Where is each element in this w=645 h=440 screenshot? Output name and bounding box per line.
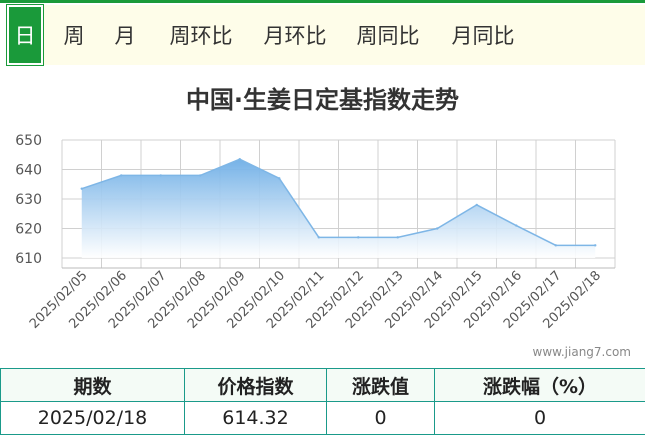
summary-table: 期数 价格指数 涨跌值 涨跌幅（%） 2025/02/18 614.32 0 0 [0, 368, 645, 435]
cell-change-value: 0 [326, 401, 435, 435]
data-point [436, 227, 439, 230]
data-point [238, 157, 241, 161]
header-price-index: 价格指数 [184, 368, 327, 402]
data-point [475, 203, 478, 207]
data-point [554, 244, 557, 247]
data-point [199, 174, 202, 177]
header-change-value: 涨跌值 [326, 368, 435, 402]
cell-price-index: 614.32 [184, 401, 327, 435]
header-change-percent: 涨跌幅（%） [434, 368, 645, 402]
y-tick-label: 630 [15, 192, 42, 208]
data-point [515, 224, 518, 227]
header-period: 期数 [0, 368, 185, 402]
data-point [396, 236, 399, 239]
data-point [278, 177, 281, 180]
cell-change-percent: 0 [434, 401, 645, 435]
table-row: 2025/02/18 614.32 0 0 [0, 401, 645, 435]
table-header-row: 期数 价格指数 涨跌值 涨跌幅（%） [0, 368, 645, 402]
y-tick-label: 650 [15, 133, 42, 149]
data-point [317, 236, 320, 239]
data-point [357, 236, 360, 239]
y-tick-label: 610 [15, 251, 42, 267]
data-point [120, 174, 123, 177]
cell-period: 2025/02/18 [0, 401, 185, 435]
site-watermark: www.jiang7.com [532, 345, 631, 359]
y-tick-label: 620 [15, 222, 42, 238]
y-tick-label: 640 [15, 163, 42, 179]
data-point [594, 244, 597, 247]
data-point [80, 187, 83, 190]
index-trend-chart: 6106206306406502025/02/052025/02/062025/… [15, 133, 616, 332]
data-point [159, 174, 162, 177]
